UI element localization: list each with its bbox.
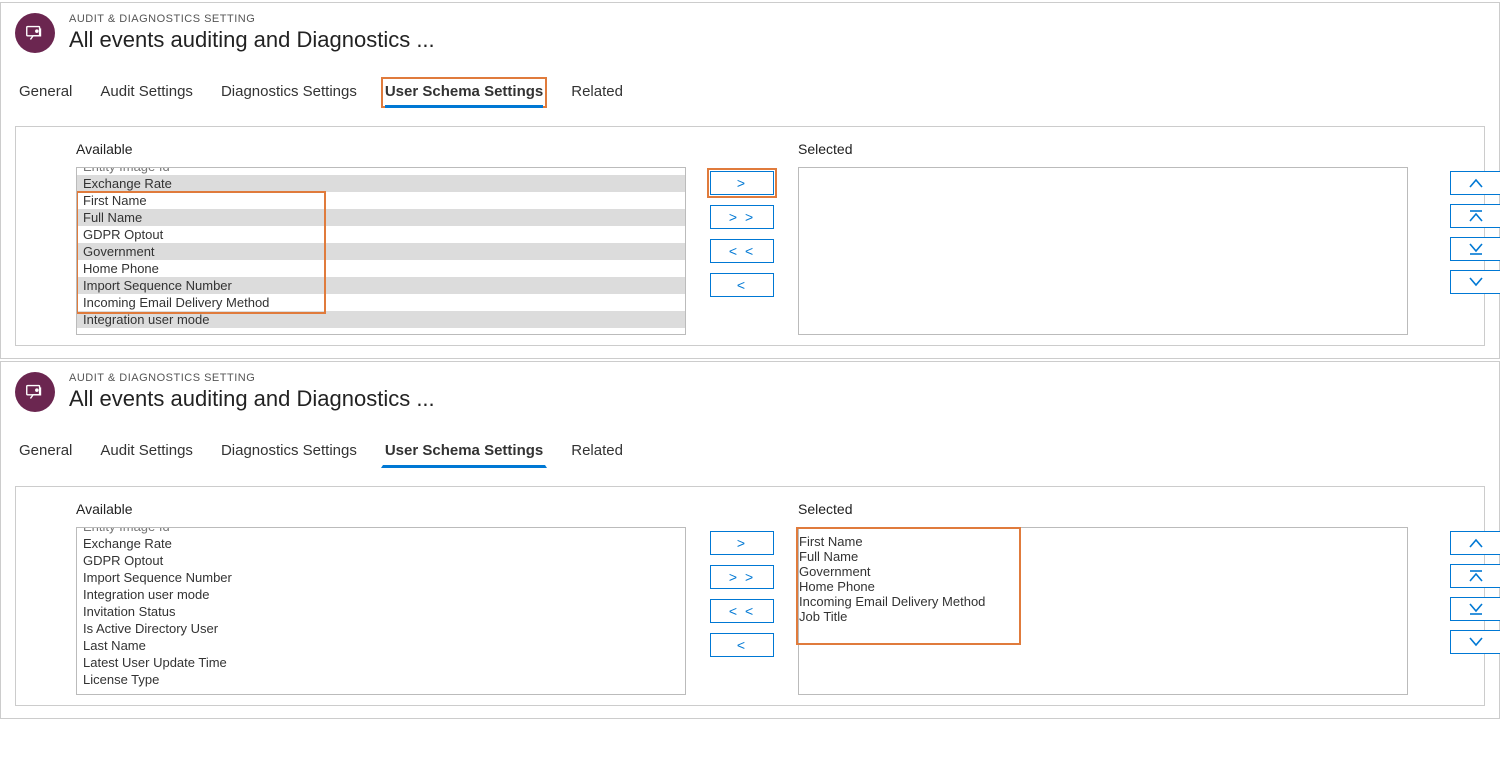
tabs: General Audit Settings Diagnostics Setti… <box>1 59 1499 116</box>
tab-diagnostics-settings[interactable]: Diagnostics Settings <box>217 436 361 468</box>
list-item[interactable]: Latest User Update Time <box>77 654 685 671</box>
schema-settings-frame: Available Entity Image Id Exchange Rate … <box>15 126 1485 346</box>
move-top-button[interactable] <box>1450 204 1500 228</box>
add-all-button[interactable]: > > <box>710 565 774 589</box>
list-item[interactable]: Government <box>799 564 1407 579</box>
selected-listbox[interactable]: First Name Full Name Government Home Pho… <box>798 527 1408 695</box>
available-listbox[interactable]: Entity Image Id Exchange Rate First Name… <box>76 167 686 335</box>
panel-after: AUDIT & DIAGNOSTICS SETTING All events a… <box>0 361 1500 719</box>
list-item[interactable]: Exchange Rate <box>77 175 685 192</box>
list-item[interactable]: Integration user mode <box>77 586 685 603</box>
move-down-button[interactable] <box>1450 630 1500 654</box>
list-item[interactable]: GDPR Optout <box>77 552 685 569</box>
list-item[interactable]: Invitation Status <box>77 603 685 620</box>
list-item[interactable]: Incoming Email Delivery Method <box>77 294 685 311</box>
tab-diagnostics-settings[interactable]: Diagnostics Settings <box>217 77 361 108</box>
tab-user-schema-settings[interactable]: User Schema Settings <box>381 436 547 468</box>
list-item[interactable]: Home Phone <box>799 579 1407 594</box>
list-item[interactable]: Full Name <box>799 549 1407 564</box>
remove-all-button[interactable]: < < <box>710 239 774 263</box>
order-buttons <box>1450 531 1500 654</box>
add-button[interactable]: > <box>710 171 774 195</box>
list-item[interactable]: Import Sequence Number <box>77 277 685 294</box>
list-item[interactable]: Exchange Rate <box>77 535 685 552</box>
available-label: Available <box>76 501 686 517</box>
selected-listbox[interactable] <box>798 167 1408 335</box>
selected-label: Selected <box>798 141 1408 157</box>
tabs: General Audit Settings Diagnostics Setti… <box>1 418 1499 476</box>
list-item[interactable]: Incoming Email Delivery Method <box>799 594 1407 609</box>
list-item[interactable]: First Name <box>799 534 1407 549</box>
mover-buttons: > > > < < < <box>710 531 774 657</box>
list-item[interactable]: Entity Image Id <box>77 167 685 175</box>
list-item[interactable]: GDPR Optout <box>77 226 685 243</box>
tab-audit-settings[interactable]: Audit Settings <box>96 436 197 468</box>
list-item[interactable]: Full Name <box>77 209 685 226</box>
list-item[interactable]: Entity Image Id <box>77 527 685 535</box>
remove-all-button[interactable]: < < <box>710 599 774 623</box>
tab-related[interactable]: Related <box>567 436 627 468</box>
list-item[interactable]: Integration user mode <box>77 311 685 328</box>
list-item[interactable]: Last Name <box>77 637 685 654</box>
order-buttons <box>1450 171 1500 294</box>
entity-icon <box>15 13 55 53</box>
list-item[interactable]: Home Phone <box>77 260 685 277</box>
move-bottom-button[interactable] <box>1450 597 1500 621</box>
panel-before: AUDIT & DIAGNOSTICS SETTING All events a… <box>0 2 1500 359</box>
move-bottom-button[interactable] <box>1450 237 1500 261</box>
mover-buttons: > > > < < < <box>710 171 774 297</box>
breadcrumb: AUDIT & DIAGNOSTICS SETTING <box>69 13 435 25</box>
move-up-button[interactable] <box>1450 171 1500 195</box>
tab-audit-settings[interactable]: Audit Settings <box>96 77 197 108</box>
available-label: Available <box>76 141 686 157</box>
remove-button[interactable]: < <box>710 633 774 657</box>
breadcrumb: AUDIT & DIAGNOSTICS SETTING <box>69 372 435 384</box>
add-button[interactable]: > <box>710 531 774 555</box>
list-item[interactable]: Import Sequence Number <box>77 569 685 586</box>
list-item[interactable]: Job Title <box>799 609 1407 624</box>
move-up-button[interactable] <box>1450 531 1500 555</box>
page-title: All events auditing and Diagnostics ... <box>69 386 435 412</box>
move-top-button[interactable] <box>1450 564 1500 588</box>
list-item[interactable]: First Name <box>77 192 685 209</box>
tab-user-schema-settings[interactable]: User Schema Settings <box>381 77 547 108</box>
add-all-button[interactable]: > > <box>710 205 774 229</box>
page-title: All events auditing and Diagnostics ... <box>69 27 435 53</box>
tab-general[interactable]: General <box>15 77 76 108</box>
available-listbox[interactable]: Entity Image Id Exchange Rate GDPR Optou… <box>76 527 686 695</box>
entity-icon <box>15 372 55 412</box>
schema-settings-frame: Available Entity Image Id Exchange Rate … <box>15 486 1485 706</box>
list-item[interactable]: Is Active Directory User <box>77 620 685 637</box>
header: AUDIT & DIAGNOSTICS SETTING All events a… <box>1 362 1499 418</box>
tab-related[interactable]: Related <box>567 77 627 108</box>
header: AUDIT & DIAGNOSTICS SETTING All events a… <box>1 3 1499 59</box>
move-down-button[interactable] <box>1450 270 1500 294</box>
remove-button[interactable]: < <box>710 273 774 297</box>
selected-label: Selected <box>798 501 1408 517</box>
list-item[interactable]: Government <box>77 243 685 260</box>
list-item[interactable]: License Type <box>77 671 685 688</box>
tab-general[interactable]: General <box>15 436 76 468</box>
